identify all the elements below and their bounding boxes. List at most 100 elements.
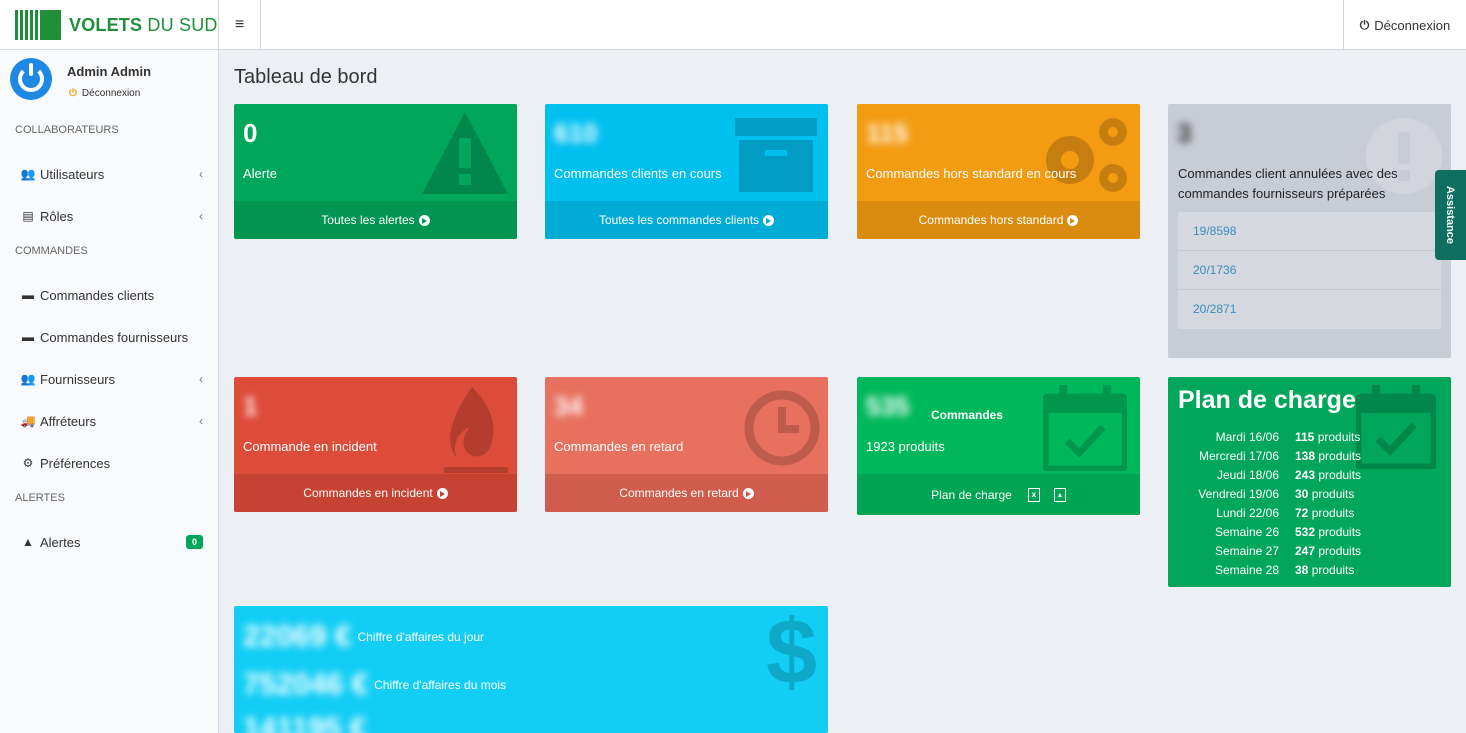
client-orders-label: Commandes clients en cours <box>554 166 722 181</box>
sidebar-item-supplier-orders[interactable]: ▬ Commandes fournisseurs <box>0 316 218 358</box>
incident-orders-link-label: Commandes en incident <box>303 486 433 500</box>
revenue-year-row: 141195 € <box>243 712 372 733</box>
user-name: Admin Admin <box>67 64 152 79</box>
incident-orders-link[interactable]: Commandes en incident <box>234 474 517 512</box>
load-plan-count: 115 <box>1295 429 1315 444</box>
clock-icon <box>744 390 820 466</box>
non-standard-orders-label: Commandes hors standard en cours <box>866 166 1077 181</box>
brand-logo[interactable]: VOLETS DU SUD <box>0 0 219 50</box>
load-plan-day: Lundi 22/06 <box>1216 505 1279 520</box>
load-plan-day: Mercredi 17/06 <box>1198 448 1279 463</box>
client-orders-count: 610 <box>554 118 598 148</box>
load-plan-footer: Plan de charge x ▴ <box>857 474 1140 515</box>
load-plan-count: 30 <box>1295 486 1309 501</box>
archive-icon <box>735 118 817 192</box>
excel-file-icon[interactable]: x <box>1027 487 1040 502</box>
menu-icon: ≡ <box>234 16 245 33</box>
load-plan-day: Vendredi 19/06 <box>1198 486 1279 501</box>
load-plan-row: Lundi 22/06 72 produits <box>1182 503 1361 522</box>
sidebar-item-label: Affréteurs <box>40 413 97 429</box>
avatar <box>10 58 52 100</box>
load-plan-count: 138 <box>1295 448 1316 463</box>
load-plan-value: 243 produits <box>1295 465 1361 484</box>
header-logout-button[interactable]: ⏻ Déconnexion <box>1343 0 1466 50</box>
sidebar-item-label: Alertes <box>40 534 81 550</box>
assistance-tab[interactable]: Assistance <box>1435 170 1466 260</box>
load-plan-link[interactable]: Plan de charge <box>931 488 1012 502</box>
cancelled-orders-list: 19/8598 20/1736 20/2871 <box>1178 212 1441 329</box>
load-plan-count: 243 <box>1295 467 1316 482</box>
late-orders-link[interactable]: Commandes en retard <box>545 474 828 512</box>
load-plan-orders-label: Commandes <box>931 408 1004 422</box>
load-plan-value: 138 produits <box>1295 446 1361 465</box>
user-logout-label: Déconnexion <box>81 88 141 99</box>
revenue-month-label: Chiffre d'affaires du mois <box>374 678 507 692</box>
cancelled-order-link[interactable]: 19/8598 <box>1178 212 1441 251</box>
id-card-icon: ▤ <box>22 209 34 223</box>
gears-icon <box>1046 118 1127 192</box>
load-plan-unit: produits <box>1315 448 1362 463</box>
load-plan-value: 72 produits <box>1295 503 1361 522</box>
non-standard-orders-link[interactable]: Commandes hors standard <box>857 201 1140 239</box>
load-plan-orders-count: 535 <box>866 391 910 421</box>
load-plan-day: Mardi 16/06 <box>1215 429 1279 444</box>
arrow-circle-right-icon <box>436 487 448 499</box>
sidebar-section-alertes: ALERTES <box>15 492 65 504</box>
archive-icon: ▬ <box>22 288 34 302</box>
power-icon <box>18 63 44 92</box>
sidebar-section-commandes: COMMANDES <box>15 245 88 257</box>
warning-icon: ▲ <box>22 535 34 549</box>
client-orders-box: 610 Commandes clients en cours Toutes le… <box>545 104 828 239</box>
load-plan-day: Semaine 26 <box>1214 524 1279 539</box>
users-icon: 👥 <box>20 372 36 386</box>
sidebar-item-label: Commandes clients <box>40 287 155 303</box>
load-plan-row: Mardi 16/06 115 produits <box>1182 427 1361 446</box>
load-plan-value: 38 produits <box>1295 560 1361 579</box>
calendar-check-icon <box>1356 385 1436 469</box>
sidebar-item-label: Fournisseurs <box>40 371 116 387</box>
load-plan-products-label: 1923 produits <box>866 439 945 454</box>
late-orders-label: Commandes en retard <box>554 439 684 454</box>
sidebar-item-preferences[interactable]: ⚙ Préférences <box>0 442 218 484</box>
fire-icon <box>444 387 508 473</box>
load-plan-value: 30 produits <box>1295 484 1361 503</box>
assistance-label: Assistance <box>1444 185 1457 245</box>
top-header: VOLETS DU SUD ≡ ⏻ Déconnexion <box>0 0 1466 50</box>
header-logout-label: Déconnexion <box>1374 17 1451 33</box>
load-plan-row: Jeudi 18/06 243 produits <box>1182 465 1361 484</box>
sidebar: Admin Admin ⏻ Déconnexion COLLABORATEURS … <box>0 50 219 733</box>
incident-orders-box: 1 Commande en incident Commandes en inci… <box>234 377 517 512</box>
sidebar-item-alerts[interactable]: ▲ Alertes 0 <box>0 521 218 563</box>
power-icon: ⏻ <box>1359 17 1370 32</box>
cancelled-order-link[interactable]: 20/2871 <box>1178 290 1441 329</box>
incident-orders-label: Commande en incident <box>243 439 377 454</box>
sidebar-item-suppliers[interactable]: 👥 Fournisseurs ‹ <box>0 358 218 400</box>
sidebar-item-client-orders[interactable]: ▬ Commandes clients <box>0 274 218 316</box>
sidebar-item-roles[interactable]: ▤ Rôles ‹ <box>0 195 218 237</box>
load-plan-unit: produits <box>1315 524 1362 539</box>
alerts-box: 0 Alerte Toutes les alertes <box>234 104 517 239</box>
user-logout-link[interactable]: ⏻ Déconnexion <box>69 88 140 99</box>
load-plan-count: 532 <box>1295 524 1316 539</box>
cancelled-order-link[interactable]: 20/1736 <box>1178 251 1441 290</box>
arrow-circle-right-icon <box>763 214 775 226</box>
sidebar-item-users[interactable]: 👥 Utilisateurs ‹ <box>0 153 218 195</box>
all-alerts-link[interactable]: Toutes les alertes <box>234 201 517 239</box>
load-plan-count: 247 <box>1295 543 1316 558</box>
non-standard-orders-link-label: Commandes hors standard <box>918 213 1064 227</box>
truck-icon: 🚚 <box>20 414 36 428</box>
load-plan-day: Semaine 28 <box>1214 562 1279 577</box>
pdf-file-icon[interactable]: ▴ <box>1053 487 1066 502</box>
load-plan-day: Jeudi 18/06 <box>1216 467 1279 482</box>
chevron-left-icon: ‹ <box>199 372 203 386</box>
sidebar-toggle-button[interactable]: ≡ <box>219 0 261 50</box>
dollar-icon: $ <box>766 606 818 703</box>
chevron-left-icon: ‹ <box>199 167 203 181</box>
brand-logo-icon <box>15 10 62 40</box>
sidebar-item-carriers[interactable]: 🚚 Affréteurs ‹ <box>0 400 218 442</box>
load-plan-row: Mercredi 17/06 138 produits <box>1182 446 1361 465</box>
all-client-orders-link[interactable]: Toutes les commandes clients <box>545 201 828 239</box>
calendar-check-icon <box>1043 385 1127 471</box>
arrow-circle-right-icon <box>1067 214 1079 226</box>
chevron-left-icon: ‹ <box>199 209 203 223</box>
